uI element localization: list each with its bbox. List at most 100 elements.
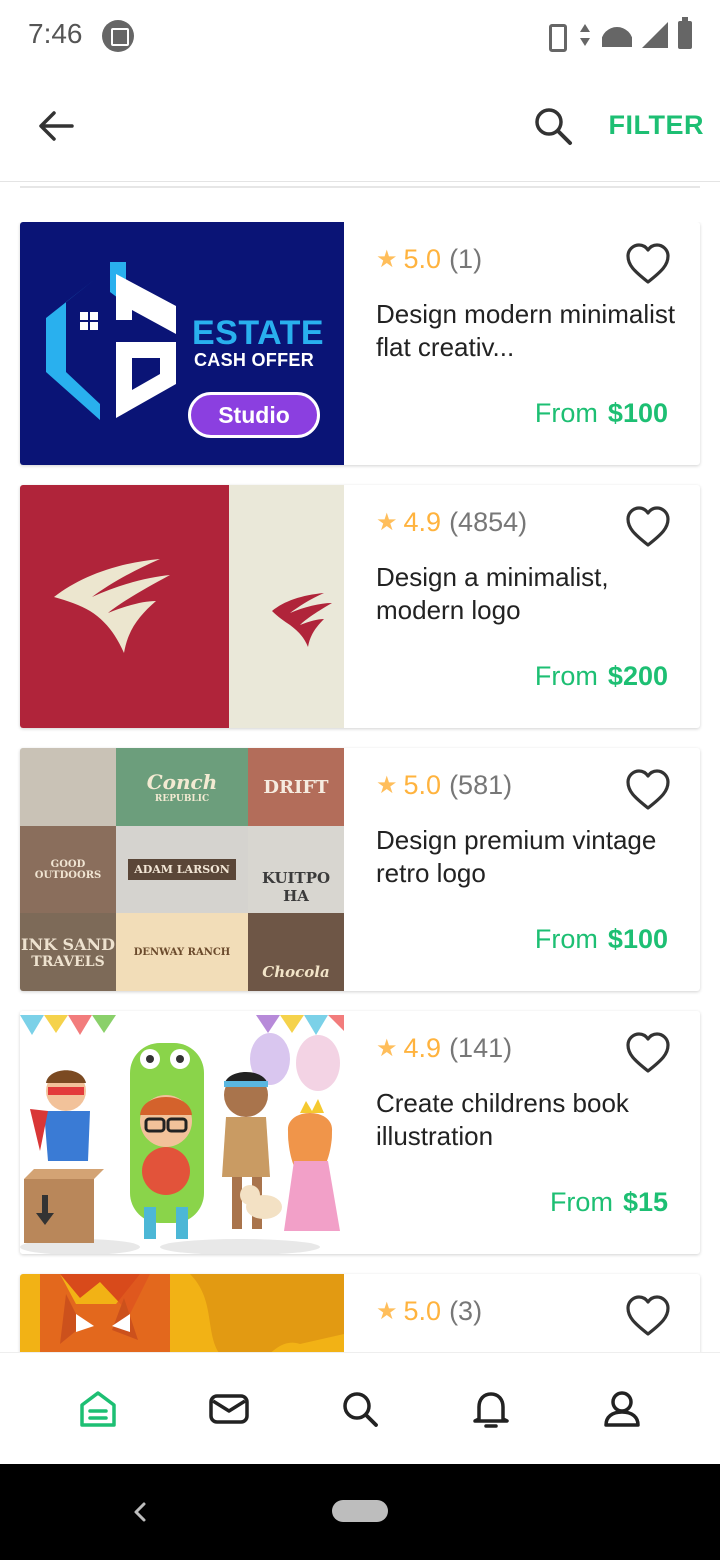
gig-thumbnail[interactable] <box>20 1011 344 1254</box>
nav-notifications[interactable] <box>465 1383 517 1435</box>
divider <box>20 186 700 188</box>
eagle-logo-mark <box>54 559 332 653</box>
price-amount: $100 <box>607 924 668 954</box>
nav-profile[interactable] <box>596 1383 648 1435</box>
gig-rating: ★ 5.0 (581) <box>376 770 512 801</box>
filter-button[interactable]: FILTER <box>609 110 704 141</box>
retro-tile: KUITPO HA <box>248 826 344 913</box>
nav-search[interactable] <box>334 1383 386 1435</box>
retro-tile-text: REPUBLIC <box>154 794 210 804</box>
gig-thumbnail[interactable]: ESTATE CASH OFFER Studio <box>20 222 344 465</box>
price-amount: $15 <box>622 1187 668 1217</box>
star-icon: ★ <box>376 1035 398 1062</box>
rating-count: (3) <box>449 1296 483 1326</box>
retro-tile: Chocola <box>248 913 344 991</box>
rating-count: (1) <box>449 244 483 274</box>
gig-card[interactable]: ★ 5.0 (3) <box>20 1274 700 1352</box>
wifi-icon <box>602 23 632 47</box>
retro-tile-text: TRAVELS <box>31 953 105 970</box>
gig-title: Design a minimalist, modern logo <box>376 562 609 625</box>
star-icon: ★ <box>376 772 398 799</box>
nav-inbox[interactable] <box>203 1383 255 1435</box>
retro-tile-text: KUITPO HA <box>261 869 331 905</box>
inbox-icon <box>209 1393 249 1424</box>
rating-count: (581) <box>449 770 513 800</box>
heart-icon[interactable] <box>624 505 672 549</box>
gig-price: From $200 <box>535 661 668 692</box>
signal-icon <box>642 22 668 48</box>
bottom-navigation <box>0 1352 720 1464</box>
notification-icon <box>102 20 134 52</box>
star-icon: ★ <box>376 509 398 536</box>
retro-tile-text: Conch <box>146 770 218 794</box>
system-home-pill[interactable] <box>332 1500 388 1522</box>
data-transfer-icon <box>578 22 592 48</box>
retro-tile: DRIFT <box>248 748 344 826</box>
status-bar: 7:46 <box>0 0 720 72</box>
status-icons <box>542 17 692 52</box>
price-prefix: From <box>534 661 598 691</box>
gig-rating: ★ 4.9 (141) <box>376 1033 512 1064</box>
retro-tile: Conch REPUBLIC <box>116 748 248 826</box>
heart-icon[interactable] <box>624 768 672 812</box>
star-icon: ★ <box>376 1298 398 1325</box>
price-prefix: From <box>549 1187 613 1217</box>
back-button[interactable] <box>28 98 84 154</box>
nav-home[interactable] <box>72 1383 124 1435</box>
estate-logo-subtext: CASH OFFER <box>194 350 314 370</box>
notifications-icon <box>473 1391 509 1428</box>
gig-thumbnail[interactable] <box>20 485 344 728</box>
gig-card[interactable]: ESTATE CASH OFFER Studio ★ 5.0 (1) Desig… <box>20 222 700 465</box>
retro-tile-text: Chocola <box>262 963 330 981</box>
profile-icon <box>604 1390 641 1427</box>
gig-price: From $15 <box>550 1187 668 1218</box>
arrow-left-icon <box>39 111 74 141</box>
gig-card-body[interactable]: ★ 5.0 (581) Design premium vintage retro… <box>344 748 700 991</box>
retro-tile: GOOD OUTDOORS <box>20 826 116 913</box>
price-prefix: From <box>534 398 598 428</box>
system-back-icon[interactable] <box>128 1496 152 1528</box>
retro-tile: DENWAY RANCH <box>116 913 248 991</box>
gig-card-body[interactable]: ★ 4.9 (4854) Design a minimalist, modern… <box>344 485 700 728</box>
search-icon <box>535 108 572 145</box>
system-navigation-bar <box>0 1464 720 1560</box>
gig-thumbnail[interactable]: Conch REPUBLIC DRIFT GOOD OUTDOORS ADAM … <box>20 748 344 991</box>
heart-icon[interactable] <box>624 242 672 286</box>
retro-tile-text: DENWAY RANCH <box>133 946 231 958</box>
gig-card[interactable]: ★ 4.9 (141) Create childrens book illust… <box>20 1011 700 1254</box>
rating-count: (141) <box>449 1033 513 1063</box>
retro-tile-text: ADAM LARSON <box>128 859 236 880</box>
rating-count: (4854) <box>449 507 528 537</box>
retro-tile <box>20 748 116 826</box>
retro-tile-text: DRIFT <box>263 776 329 798</box>
gig-rating: ★ 4.9 (4854) <box>376 507 527 538</box>
gig-card[interactable]: ★ 4.9 (4854) Design a minimalist, modern… <box>20 485 700 728</box>
gig-rating: ★ 5.0 (3) <box>376 1296 482 1327</box>
gig-title: Design premium vintage retro logo <box>376 825 657 888</box>
gig-title: Create childrens book illustration <box>376 1088 629 1151</box>
price-amount: $100 <box>607 398 668 428</box>
vibrate-icon <box>542 22 568 52</box>
search-button[interactable] <box>526 98 582 154</box>
home-icon <box>79 1390 116 1427</box>
retro-tile: INK SAND TRAVELS <box>20 913 116 991</box>
gig-title: Design modern minimalist flat creativ... <box>376 299 676 362</box>
heart-icon[interactable] <box>624 1294 672 1338</box>
gig-card[interactable]: Conch REPUBLIC DRIFT GOOD OUTDOORS ADAM … <box>20 748 700 991</box>
rating-score: 4.9 <box>403 1033 442 1063</box>
gig-card-body[interactable]: ★ 5.0 (3) <box>344 1274 700 1352</box>
top-toolbar: FILTER <box>0 72 720 182</box>
gig-price: From $100 <box>535 924 668 955</box>
heart-icon[interactable] <box>624 1031 672 1075</box>
gig-list[interactable]: ESTATE CASH OFFER Studio ★ 5.0 (1) Desig… <box>0 222 720 1352</box>
gig-price: From $100 <box>535 398 668 429</box>
retro-tile-text: GOOD OUTDOORS <box>34 858 102 881</box>
gig-card-body[interactable]: ★ 4.9 (141) Create childrens book illust… <box>344 1011 700 1254</box>
status-time: 7:46 <box>28 18 83 49</box>
retro-tile: ADAM LARSON <box>116 826 248 913</box>
rating-score: 5.0 <box>403 244 442 274</box>
retro-tile-text: INK SAND <box>20 934 116 954</box>
price-prefix: From <box>534 924 598 954</box>
gig-thumbnail[interactable] <box>20 1274 344 1352</box>
gig-card-body[interactable]: ★ 5.0 (1) Design modern minimalist flat … <box>344 222 700 465</box>
